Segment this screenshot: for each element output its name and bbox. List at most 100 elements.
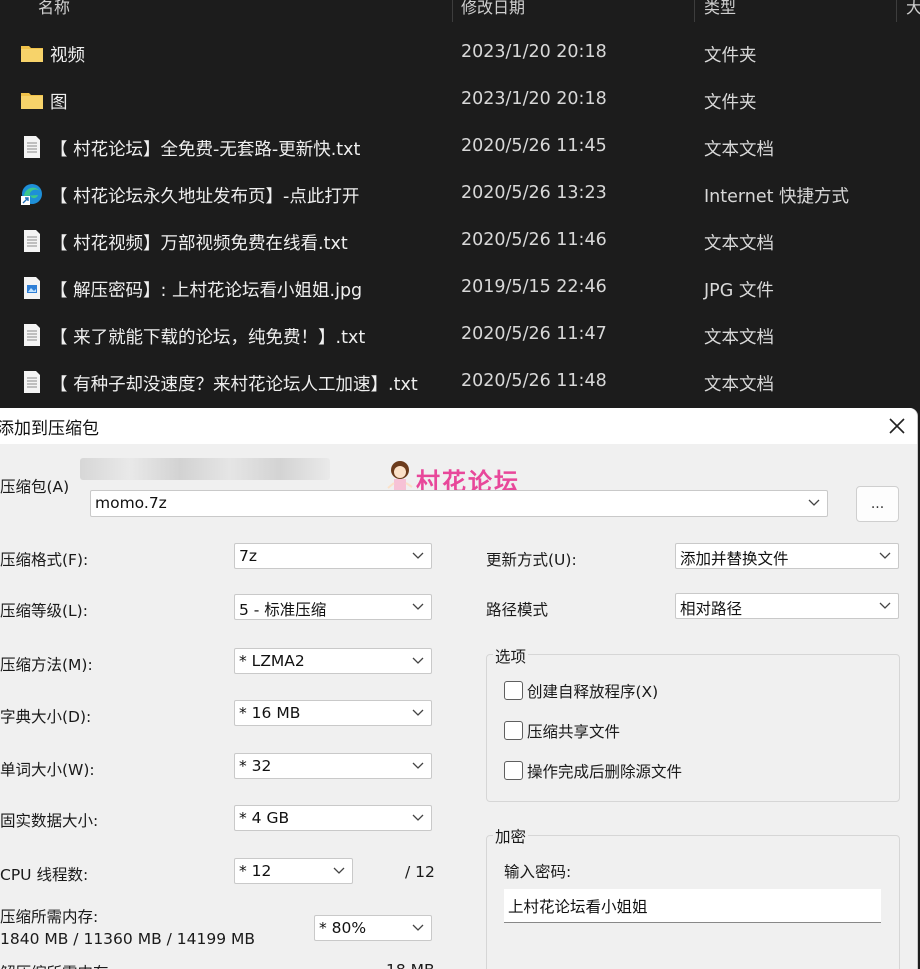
image-file-icon: [24, 277, 40, 299]
options-group-title: 选项: [493, 645, 529, 667]
file-type: 文本文档: [704, 328, 774, 348]
file-row[interactable]: 视频 2023/1/20 20:18 文件夹: [0, 30, 920, 77]
word-label: 单词大小(W):: [0, 761, 95, 779]
level-combo[interactable]: 5 - 标准压缩: [234, 594, 432, 620]
column-header-bar: 名称 修改日期 类型 大: [0, 0, 920, 22]
edge-shortcut-icon: [21, 184, 42, 205]
dialog-titlebar[interactable]: 添加到压缩包: [0, 408, 917, 444]
level-value: 5 - 标准压缩: [239, 601, 327, 619]
solid-label: 固实数据大小:: [0, 812, 99, 830]
file-date: 2019/5/15 22:46: [461, 277, 607, 297]
archive-path-value: momo.7z: [95, 494, 167, 512]
chevron-down-icon: [412, 657, 424, 664]
dict-combo[interactable]: * 16 MB: [234, 700, 432, 726]
update-mode-combo[interactable]: 添加并替换文件: [675, 543, 899, 569]
path-mode-combo[interactable]: 相对路径: [675, 593, 899, 619]
folder-icon: [21, 93, 43, 109]
file-row[interactable]: 图 2023/1/20 20:18 文件夹: [0, 77, 920, 124]
column-divider[interactable]: [896, 0, 897, 22]
delete-after-checkbox-label: 操作完成后删除源文件: [527, 763, 683, 781]
update-mode-value: 添加并替换文件: [680, 550, 789, 568]
file-date: 2020/5/26 11:48: [461, 371, 607, 391]
word-value: * 32: [239, 757, 272, 775]
cpu-combo[interactable]: * 12: [234, 858, 353, 884]
shared-files-checkbox-label: 压缩共享文件: [527, 723, 621, 741]
archive-label: 压缩包(A): [0, 478, 70, 496]
text-file-icon: [24, 324, 40, 346]
chevron-down-icon: [333, 867, 345, 874]
chevron-down-icon: [412, 552, 424, 559]
file-name: 【 有种子却没速度？来村花论坛人工加速】.txt: [50, 375, 418, 395]
dict-value: * 16 MB: [239, 704, 301, 722]
password-input[interactable]: [504, 889, 881, 923]
column-divider[interactable]: [452, 0, 453, 22]
chevron-down-icon: [412, 924, 424, 931]
text-file-icon: [24, 136, 40, 158]
browse-button[interactable]: ...: [856, 486, 899, 522]
encryption-group-title: 加密: [493, 825, 529, 847]
level-label: 压缩等级(L):: [0, 602, 88, 620]
file-date: 2020/5/26 11:46: [461, 230, 607, 250]
solid-value: * 4 GB: [239, 809, 290, 827]
file-row[interactable]: 【 村花视频】万部视频免费在线看.txt 2020/5/26 11:46 文本文…: [0, 218, 920, 265]
file-type: 文本文档: [704, 140, 774, 160]
file-row[interactable]: 【 解压密码】: 上村花论坛看小姐姐.jpg 2019/5/15 22:46 J…: [0, 265, 920, 312]
sfx-checkbox[interactable]: [504, 681, 523, 700]
file-name: 【 村花论坛】全免费-无套路-更新快.txt: [50, 140, 361, 160]
delete-after-checkbox[interactable]: [504, 761, 523, 780]
file-date: 2023/1/20 20:18: [461, 89, 607, 109]
text-file-icon: [24, 230, 40, 252]
memory-label: 压缩所需内存:: [0, 908, 99, 926]
file-row[interactable]: 【 来了就能下载的论坛，纯免费！】.txt 2020/5/26 11:47 文本…: [0, 312, 920, 359]
dialog-title: 添加到压缩包: [0, 419, 99, 439]
memory-percent-combo[interactable]: * 80%: [314, 915, 432, 941]
method-combo[interactable]: * LZMA2: [234, 648, 432, 674]
chevron-down-icon: [808, 499, 820, 506]
file-date: 2020/5/26 11:47: [461, 324, 607, 344]
method-label: 压缩方法(M):: [0, 656, 93, 674]
file-date: 2023/1/20 20:18: [461, 42, 607, 62]
decompress-memory-value: 18 MB: [386, 961, 435, 969]
column-header-name[interactable]: 名称: [38, 0, 70, 18]
file-date: 2020/5/26 11:45: [461, 136, 607, 156]
option-shared-files[interactable]: 压缩共享文件: [504, 720, 804, 742]
format-label: 压缩格式(F):: [0, 551, 89, 569]
file-row[interactable]: 【 村花论坛永久地址发布页】-点此打开 2020/5/26 13:23 Inte…: [0, 171, 920, 218]
word-combo[interactable]: * 32: [234, 753, 432, 779]
option-sfx[interactable]: 创建自释放程序(X): [504, 680, 804, 702]
column-divider[interactable]: [694, 0, 695, 22]
dict-label: 字典大小(D):: [0, 708, 92, 726]
archive-path-combo[interactable]: momo.7z: [90, 490, 828, 517]
sfx-checkbox-label: 创建自释放程序(X): [527, 683, 659, 701]
file-row[interactable]: 【 村花论坛】全免费-无套路-更新快.txt 2020/5/26 11:45 文…: [0, 124, 920, 171]
chevron-down-icon: [879, 552, 891, 559]
blurred-path: [80, 458, 330, 480]
format-combo[interactable]: 7z: [234, 543, 432, 569]
solid-combo[interactable]: * 4 GB: [234, 805, 432, 831]
file-type: 文件夹: [704, 93, 757, 113]
column-header-date[interactable]: 修改日期: [461, 0, 525, 18]
file-type: Internet 快捷方式: [704, 187, 850, 207]
file-row[interactable]: 【 有种子却没速度？来村花论坛人工加速】.txt 2020/5/26 11:48…: [0, 359, 920, 406]
cpu-label: CPU 线程数:: [0, 866, 89, 884]
file-type: 文本文档: [704, 234, 774, 254]
chevron-down-icon: [412, 762, 424, 769]
file-date: 2020/5/26 13:23: [461, 183, 607, 203]
option-delete-after[interactable]: 操作完成后删除源文件: [504, 760, 804, 782]
format-value: 7z: [239, 547, 257, 565]
column-header-overflow: 大: [906, 0, 920, 17]
path-mode-label: 路径模式: [486, 601, 549, 619]
close-icon[interactable]: [883, 412, 911, 440]
file-name: 【 村花视频】万部视频免费在线看.txt: [50, 234, 348, 254]
shared-files-checkbox[interactable]: [504, 721, 523, 740]
cpu-value: * 12: [239, 862, 272, 880]
chevron-down-icon: [412, 709, 424, 716]
add-to-archive-dialog: 添加到压缩包 村花论坛 压缩包(A) momo.7z ... 压缩格式(F): …: [0, 408, 918, 969]
chevron-down-icon: [412, 814, 424, 821]
file-name: 【 解压密码】: 上村花论坛看小姐姐.jpg: [50, 281, 363, 301]
file-explorer: 名称 修改日期 类型 大 视频 2023/1/20 20:18 文件夹 图 20…: [0, 0, 920, 410]
file-name: 【 村花论坛永久地址发布页】-点此打开: [50, 187, 360, 207]
column-header-type[interactable]: 类型: [704, 0, 736, 18]
file-type: JPG 文件: [704, 281, 774, 301]
password-label: 输入密码:: [504, 863, 572, 881]
